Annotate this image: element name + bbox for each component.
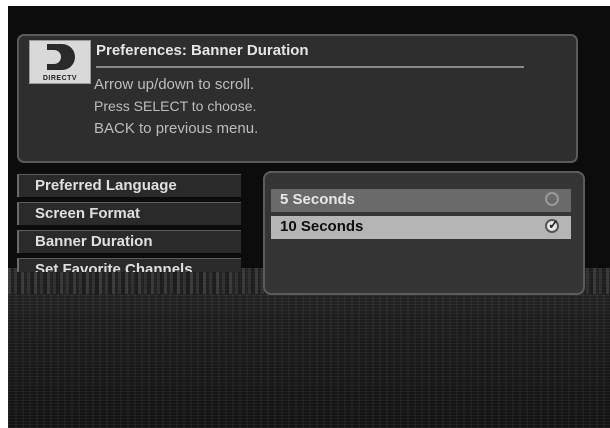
radio-checked-icon: ✓ [545,217,559,233]
radio-empty-icon [545,192,559,206]
logo-text: DIRECTV [42,75,78,82]
option-5-seconds[interactable]: 5 Seconds [271,189,571,212]
options-panel: 5 Seconds 10 Seconds ✓ [263,171,585,295]
tv-screen: DIRECTV Preferences: Banner Duration Arr… [8,6,610,428]
menu-item-screen-format[interactable]: Screen Format [17,202,241,225]
page-title: Preferences: Banner Duration [96,42,309,59]
menu-item-set-favorite-channels[interactable]: Set Favorite Channels [17,258,241,272]
instruction-scroll: Arrow up/down to scroll. [94,76,255,93]
title-divider [96,66,524,68]
directv-logo: DIRECTV [29,40,91,84]
instruction-select: Press SELECT to choose. [94,98,257,114]
directv-logo-mark-icon [47,44,75,70]
option-label: 5 Seconds [280,191,356,208]
option-10-seconds[interactable]: 10 Seconds ✓ [271,216,571,239]
option-label: 10 Seconds [280,218,364,235]
header-panel: DIRECTV Preferences: Banner Duration Arr… [17,34,578,163]
menu-item-preferred-language[interactable]: Preferred Language [17,174,241,197]
instruction-back: BACK to previous menu. [94,120,259,137]
menu-item-banner-duration[interactable]: Banner Duration [17,230,241,253]
